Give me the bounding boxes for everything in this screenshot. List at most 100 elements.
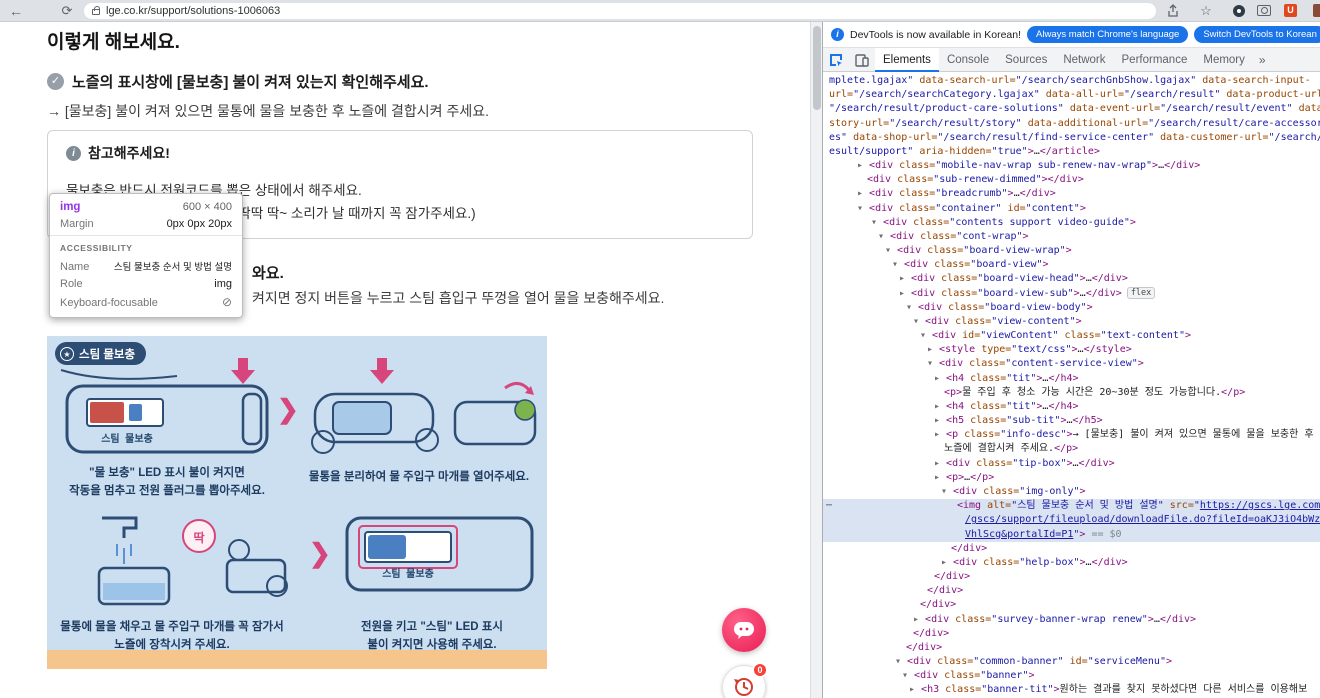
tab-console[interactable]: Console <box>939 48 997 72</box>
steam-refill-illustration: ★ 스팀 물보충 스팀 물보충 스팀 물보충 딱 ❯ ❯ "물 보충" LED … <box>47 336 547 650</box>
tooltip-name-label: Name <box>60 261 89 273</box>
dom-tree-node[interactable]: ▸ <h3 class="banner-tit">원하는 결과를 찾지 못하셨다… <box>823 683 1320 697</box>
dom-tree-node[interactable]: ▸ <h4 class="tit">…</h4> <box>823 400 1320 414</box>
step-separator-2: ❯ <box>309 538 331 569</box>
browser-window: ← ⟳ lge.co.kr/support/solutions-1006063 … <box>0 0 1320 698</box>
dom-tree-node[interactable]: ▸ <div class="breadcrumb">…</div> <box>823 187 1320 201</box>
tab-network[interactable]: Network <box>1055 48 1113 72</box>
dom-tree-node[interactable]: ▸ <div class="help-box">…</div> <box>823 556 1320 570</box>
device-display-label-2: 스팀 물보충 <box>382 565 434 580</box>
match-chrome-language-button[interactable]: Always match Chrome's language <box>1027 26 1188 43</box>
infobar-text: DevTools is now available in Korean! <box>850 29 1021 41</box>
dom-tree-node[interactable]: <div class="sub-renew-dimmed"></div> <box>823 173 1320 187</box>
inspect-element-button[interactable] <box>823 48 849 72</box>
extension-icon-camera[interactable] <box>1257 5 1271 16</box>
dom-tree-node[interactable]: 노즐에 결합시켜 주세요.</p> <box>823 442 1320 456</box>
dom-tree-node[interactable]: ▸ <div class="survey-banner-wrap renew">… <box>823 613 1320 627</box>
back-icon[interactable]: ← <box>6 0 26 22</box>
dom-tree-node[interactable]: ▸ <div class="tip-box">…</div> <box>823 457 1320 471</box>
caption-1b: 작동을 멈추고 전원 플러그를 뽑아주세요. <box>69 482 265 498</box>
dom-tree-node[interactable]: ▾ <div class="board-view"> <box>823 258 1320 272</box>
switch-devtools-korean-button[interactable]: Switch DevTools to Korean <box>1194 26 1320 43</box>
dom-tree-node[interactable]: ▾ <div class="board-view-body"> <box>823 301 1320 315</box>
device-toolbar-icon <box>855 53 869 67</box>
dom-tree-node[interactable]: ▾ <div class="common-banner" id="service… <box>823 655 1320 669</box>
dom-tree-node[interactable]: story-url="/search/result/story" data-ad… <box>823 117 1320 131</box>
dom-tree-node[interactable]: ▸ <div class="board-view-sub">…</div>fle… <box>823 287 1320 301</box>
share-icon[interactable] <box>1166 4 1180 18</box>
history-button[interactable]: 0 <box>722 665 766 698</box>
dom-tree-node[interactable]: <p>물 주입 후 청소 가능 시간은 20~30분 정도 가능합니다.</p> <box>823 386 1320 400</box>
dom-tree-node[interactable]: </div> <box>823 598 1320 612</box>
dom-tree-node-selected[interactable]: /gscs/support/fileupload/downloadFile.do… <box>823 513 1320 527</box>
info-icon: i <box>66 146 81 161</box>
not-focusable-icon: ⊘ <box>222 295 232 309</box>
dom-tree-node[interactable]: </div> <box>823 627 1320 641</box>
dom-tree-node[interactable]: ▾ <div class="img-only"> <box>823 485 1320 499</box>
tab-sources[interactable]: Sources <box>997 48 1055 72</box>
bookmark-star-icon[interactable]: ☆ <box>1196 0 1216 22</box>
extension-icon-dark[interactable] <box>1233 5 1245 17</box>
dom-tree-node[interactable]: </div> <box>823 570 1320 584</box>
support-page: 이렇게 해보세요. ✓ 노즐의 표시창에 [물보충] 불이 켜져 있는지 확인해… <box>0 22 810 698</box>
dom-tree-node[interactable]: </div> <box>823 542 1320 556</box>
url-text: lge.co.kr/support/solutions-1006063 <box>106 5 280 17</box>
devtools-panel: i DevTools is now available in Korean! A… <box>822 22 1320 698</box>
illustration-title-badge: ★ 스팀 물보충 <box>55 342 146 365</box>
tooltip-divider <box>50 235 242 236</box>
browser-toolbar: ← ⟳ lge.co.kr/support/solutions-1006063 … <box>0 0 1320 22</box>
instruction-text: → [물보충] 불이 켜져 있으면 물통에 물을 보충한 후 노즐에 결합시켜 … <box>47 101 489 121</box>
tab-elements[interactable]: Elements <box>875 48 939 72</box>
address-bar[interactable]: lge.co.kr/support/solutions-1006063 <box>84 3 1156 19</box>
inspect-cursor-icon <box>829 53 843 67</box>
dom-tree-node[interactable]: ▸ <p>…</p> <box>823 471 1320 485</box>
tooltip-role-label: Role <box>60 278 83 290</box>
tab-memory[interactable]: Memory <box>1195 48 1253 72</box>
caption-4b: 불이 켜지면 사용해 주세요. <box>367 636 496 650</box>
dom-tree-node[interactable]: "/search/result/product-care-solutions" … <box>823 102 1320 116</box>
dom-tree-node-selected[interactable]: ⋯<img alt="스팀 물보충 순서 및 방법 설명" src="https… <box>823 499 1320 513</box>
history-clock-icon <box>733 676 755 698</box>
dom-tree-node[interactable]: ▾ <div class="banner"> <box>823 669 1320 683</box>
partially-hidden-text-1: 와요. <box>252 262 284 283</box>
dom-tree-node[interactable]: </div> <box>823 641 1320 655</box>
dom-tree-node[interactable]: ▾ <div class="content-service-view"> <box>823 357 1320 371</box>
dom-tree-node[interactable]: ▾ <div class="view-content"> <box>823 315 1320 329</box>
dom-tree-node[interactable]: ▾ <div class="contents support video-gui… <box>823 216 1320 230</box>
device-toolbar-button[interactable] <box>849 48 875 72</box>
dom-tree-node[interactable]: ▸ <p class="info-desc">→ [물보충] 불이 켜져 있으면… <box>823 428 1320 442</box>
click-sound-label: 딱 <box>193 529 204 546</box>
extension-icon-partial[interactable] <box>1313 4 1320 17</box>
elements-dom-tree: mplete.lgajax" data-search-url="/search/… <box>823 72 1320 698</box>
extension-icon-ublock[interactable]: U <box>1284 4 1297 17</box>
tooltip-margin-label: Margin <box>60 218 94 230</box>
caption-2: 물통을 분리하여 물 주입구 마개를 열어주세요. <box>309 468 529 484</box>
history-count-badge: 0 <box>752 662 768 678</box>
dom-tree-node[interactable]: ▾ <div class="container" id="content"> <box>823 202 1320 216</box>
page-scrollbar[interactable] <box>810 22 822 698</box>
dom-tree-node[interactable]: url="/search/searchCategory.lgajax" data… <box>823 88 1320 102</box>
dom-tree-node[interactable]: ▸ <div class="board-view-head">…</div> <box>823 272 1320 286</box>
dom-tree-node[interactable]: ▾ <div id="viewContent" class="text-cont… <box>823 329 1320 343</box>
dom-tree-node-selected[interactable]: VhlScg&portalId=P1"> == $0 <box>823 528 1320 542</box>
scrollbar-thumb[interactable] <box>813 26 821 110</box>
tooltip-margin-value: 0px 0px 20px <box>167 218 232 230</box>
dom-tree-node[interactable]: ▾ <div class="cont-wrap"> <box>823 230 1320 244</box>
reload-icon[interactable]: ⟳ <box>57 0 77 22</box>
chat-bubble-icon <box>733 620 755 640</box>
dom-tree-node[interactable]: es" data-shop-url="/search/result/find-s… <box>823 131 1320 145</box>
step-separator-1: ❯ <box>277 394 299 425</box>
dom-tree-node[interactable]: ▸ <div class="mobile-nav-wrap sub-renew-… <box>823 159 1320 173</box>
dom-tree-node[interactable]: </div> <box>823 584 1320 598</box>
dom-tree-node[interactable]: ▸ <h4 class="tit">…</h4> <box>823 372 1320 386</box>
dom-tree-node[interactable]: ▸ <h5 class="sub-tit">…</h5> <box>823 414 1320 428</box>
dom-tree-node[interactable]: ▾ <div class="board-view-wrap"> <box>823 244 1320 258</box>
dom-tree-node[interactable]: ▸ <style type="text/css">…</style> <box>823 343 1320 357</box>
chatbot-button[interactable] <box>722 608 766 652</box>
tip-title: 참고해주세요! <box>88 143 170 163</box>
tab-performance[interactable]: Performance <box>1114 48 1196 72</box>
dom-tree-node[interactable]: mplete.lgajax" data-search-url="/search/… <box>823 74 1320 88</box>
more-tabs-chevron[interactable]: » <box>1253 53 1272 67</box>
devtools-tabs: ElementsConsoleSourcesNetworkPerformance… <box>875 48 1253 72</box>
dom-tree-node[interactable]: esult/support" aria-hidden="true">…</art… <box>823 145 1320 159</box>
